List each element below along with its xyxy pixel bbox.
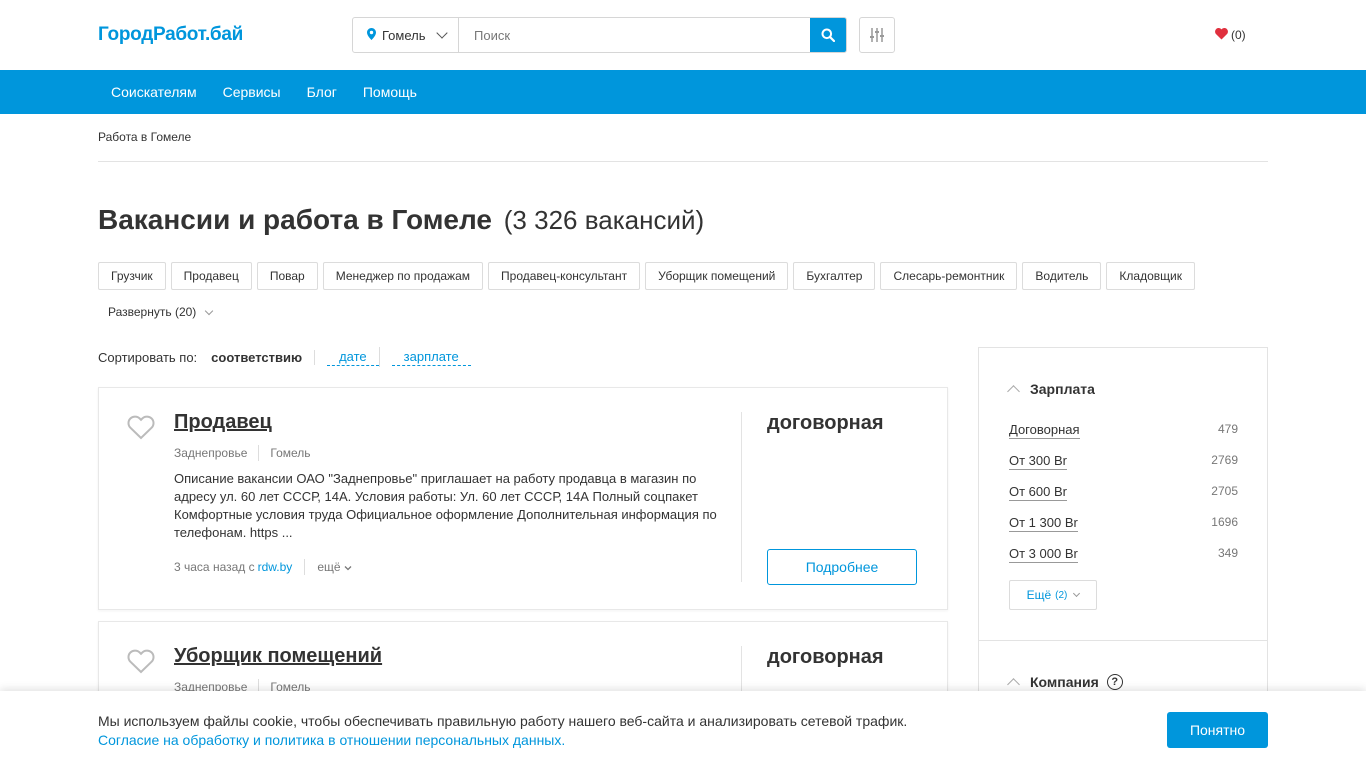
header: ГородРабот.бай Гомель (0) (0, 0, 1366, 70)
search-icon (821, 28, 835, 42)
tag-loader[interactable]: Грузчик (98, 262, 166, 290)
vacancy-description: Описание вакансии ОАО "Заднепровье" приг… (174, 471, 717, 540)
divider (378, 347, 380, 367)
page-title: Вакансии и работа в Гомеле (3 326 ваканс… (98, 204, 704, 236)
company-filter-toggle[interactable]: Компания ? (1007, 674, 1123, 691)
details-button[interactable]: Подробнее (767, 549, 917, 585)
vacancy-title[interactable]: Продавец (174, 411, 272, 434)
sort-bar: Сортировать по: соответствию дате зарпла… (98, 347, 471, 367)
heart-outline-icon[interactable] (127, 648, 155, 674)
chevron-up-icon (1007, 385, 1020, 398)
salary-option[interactable]: От 600 Br 2705 (1009, 484, 1238, 501)
filter-sidebar: Зарплата Договорная 479 От 300 Br 2769 О… (978, 347, 1268, 707)
location-pin-icon (367, 27, 376, 43)
city-name: Гомель (382, 27, 426, 43)
sort-label: Сортировать по: (98, 349, 198, 365)
tag-sales-manager[interactable]: Менеджер по продажам (322, 262, 484, 290)
search-button[interactable] (810, 18, 846, 52)
tag-accountant[interactable]: Бухгалтер (793, 262, 876, 290)
site-logo[interactable]: ГородРабот.бай (98, 24, 243, 46)
privacy-policy-link[interactable]: Согласие на обработку и политика в отнош… (98, 732, 565, 748)
expand-tags-button[interactable]: Развернуть (20) (108, 305, 214, 319)
divider (979, 640, 1267, 641)
vacancy-salary: договорная (767, 412, 884, 434)
chevron-down-icon (435, 27, 448, 39)
tag-cook[interactable]: Повар (256, 262, 318, 290)
tag-cleaner[interactable]: Уборщик помещений (645, 262, 789, 290)
salary-option[interactable]: От 1 300 Br 1696 (1009, 515, 1238, 532)
cookie-message: Мы используем файлы cookie, чтобы обеспе… (98, 713, 908, 729)
divider (98, 161, 1268, 162)
search-input[interactable] (459, 18, 810, 52)
sort-date[interactable]: дате (327, 349, 379, 366)
chevron-down-icon (344, 566, 352, 571)
vacancy-title[interactable]: Уборщик помещений (174, 645, 382, 668)
chevron-down-icon (205, 306, 214, 315)
heart-outline-icon[interactable] (127, 414, 155, 440)
vacancy-source-link[interactable]: rdw.by (258, 560, 293, 574)
nav-item-jobseekers[interactable]: Соискателям (98, 70, 210, 114)
tag-driver[interactable]: Водитель (1022, 262, 1102, 290)
vacancy-card: Продавец Заднепровье Гомель Описание вак… (98, 387, 948, 610)
divider (741, 412, 742, 582)
salary-filter-heading: Зарплата (1030, 381, 1095, 397)
favorites-count: (0) (1231, 28, 1246, 42)
cookie-banner: Мы используем файлы cookie, чтобы обеспе… (0, 691, 1366, 768)
vacancy-posted: 3 часа назад с (174, 560, 255, 574)
tag-sales-consultant[interactable]: Продавец-консультант (488, 262, 641, 290)
salary-filter-toggle[interactable]: Зарплата (1007, 381, 1095, 398)
help-icon[interactable]: ? (1106, 674, 1123, 690)
tag-storekeeper[interactable]: Кладовщик (1106, 262, 1195, 290)
chevron-up-icon (1007, 678, 1020, 691)
vacancy-city: Гомель (270, 446, 311, 460)
main-nav: Соискателям Сервисы Блог Помощь (0, 70, 1366, 114)
sort-salary[interactable]: зарплате (391, 349, 471, 366)
nav-item-help[interactable]: Помощь (350, 70, 430, 114)
search-bar: Гомель (352, 17, 847, 53)
favorites-link[interactable]: (0) (1215, 27, 1246, 43)
page-title-text: Вакансии и работа в Гомеле (98, 204, 492, 235)
salary-more-button[interactable]: Ещё (2) (1009, 580, 1097, 610)
sort-relevance[interactable]: соответствию (211, 349, 316, 365)
expand-tags-label: Развернуть (20) (108, 305, 197, 319)
heart-icon (1215, 27, 1228, 43)
breadcrumb[interactable]: Работа в Гомеле (98, 130, 191, 144)
cookie-text: Мы используем файлы cookie, чтобы обеспе… (98, 712, 907, 750)
filters-button[interactable] (859, 17, 895, 53)
vacancy-company[interactable]: Заднепровье (174, 446, 247, 460)
chevron-down-icon (1073, 589, 1081, 598)
tag-mechanic[interactable]: Слесарь-ремонтник (880, 262, 1018, 290)
vacancy-count: (3 326 вакансий) (503, 205, 705, 235)
salary-option[interactable]: От 3 000 Br 349 (1009, 546, 1238, 563)
sliders-icon (870, 28, 884, 42)
salary-option[interactable]: От 300 Br 2769 (1009, 453, 1238, 470)
vacancy-more-button[interactable]: ещё (317, 560, 352, 574)
nav-item-blog[interactable]: Блог (294, 70, 350, 114)
city-select[interactable]: Гомель (353, 18, 459, 52)
vacancy-meta: Заднепровье Гомель (174, 445, 311, 461)
vacancy-footer: 3 часа назад с rdw.by ещё (174, 559, 352, 575)
salary-option[interactable]: Договорная 479 (1009, 422, 1238, 439)
tag-list: Грузчик Продавец Повар Менеджер по прода… (98, 262, 1238, 290)
company-filter-heading: Компания (1030, 674, 1099, 690)
cookie-accept-button[interactable]: Понятно (1167, 712, 1268, 748)
nav-item-services[interactable]: Сервисы (210, 70, 294, 114)
tag-seller[interactable]: Продавец (170, 262, 252, 290)
vacancy-salary: договорная (767, 646, 884, 668)
